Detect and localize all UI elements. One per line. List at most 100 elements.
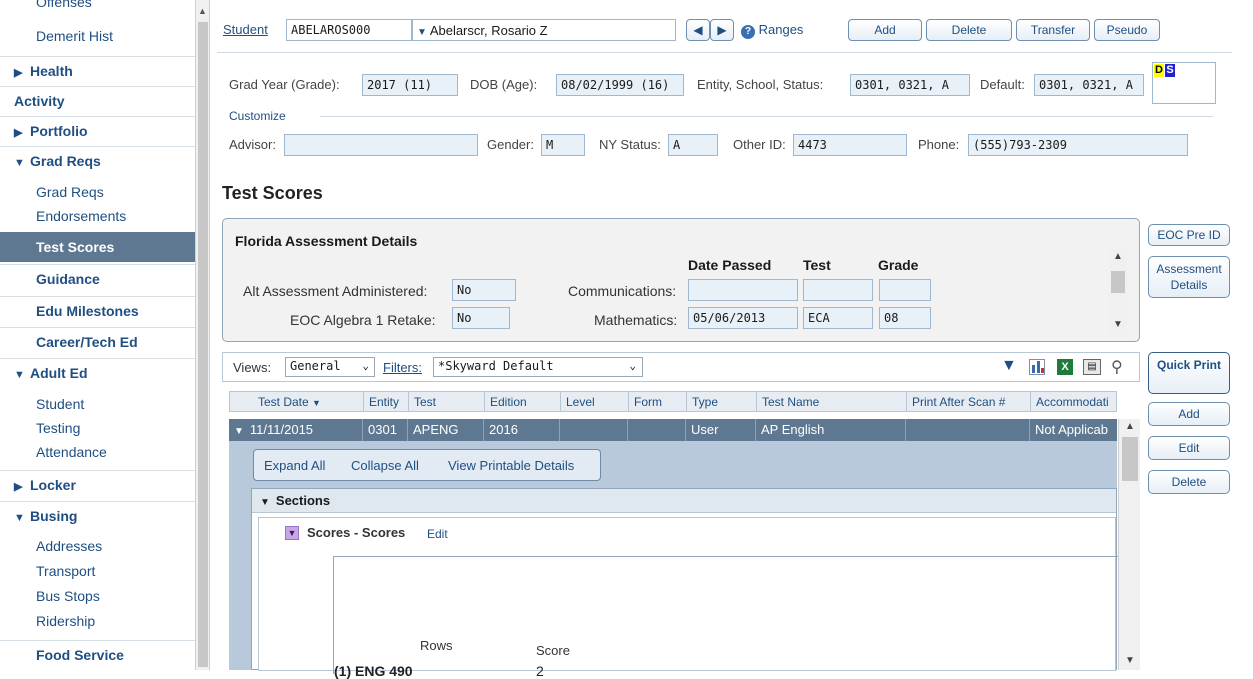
sidebar-item-edu-milestones[interactable]: Edu Milestones xyxy=(0,296,195,326)
communications-date xyxy=(688,279,798,301)
col-test-name[interactable]: Test Name xyxy=(757,392,907,412)
next-student-button[interactable]: ▶ xyxy=(710,19,734,41)
chevron-down-icon: ⌄ xyxy=(629,359,636,372)
sidebar-item-label: Busing xyxy=(30,508,78,524)
chevron-down-icon[interactable]: ▼ xyxy=(234,426,244,437)
grid-scrollbar[interactable]: ▲ ▼ xyxy=(1118,419,1140,670)
sidebar-item-label: Guidance xyxy=(36,271,100,287)
grid-scroll-thumb[interactable] xyxy=(1122,437,1138,481)
delete-student-button[interactable]: Delete xyxy=(926,19,1012,41)
col-entity[interactable]: Entity xyxy=(364,392,409,412)
col-edition[interactable]: Edition xyxy=(485,392,561,412)
gender-value: M xyxy=(541,134,585,156)
col-form[interactable]: Form xyxy=(629,392,687,412)
sidebar-item-label: Health xyxy=(30,63,73,79)
sidebar-item-addresses[interactable]: Addresses xyxy=(0,536,195,556)
collapse-scores-icon[interactable]: ▼ xyxy=(285,526,299,540)
sidebar-item-demerit-hist[interactable]: Demerit Hist xyxy=(0,26,195,46)
sidebar-item-label: Edu Milestones xyxy=(36,303,139,319)
col-print-after-scan[interactable]: Print After Scan # xyxy=(907,392,1031,412)
sidebar-item-grad-reqs-sub[interactable]: Grad Reqs xyxy=(0,182,195,202)
sidebar-item-bus-stops[interactable]: Bus Stops xyxy=(0,586,195,606)
sidebar-item-label: Transport xyxy=(36,563,96,579)
filters-link[interactable]: Filters: xyxy=(383,360,422,375)
scores-edit-link[interactable]: Edit xyxy=(427,527,448,541)
cell-print-after-scan xyxy=(906,419,1030,441)
assessment-details-button[interactable]: Assessment Details xyxy=(1148,256,1230,298)
scores-section-title: Scores - Scores xyxy=(307,525,406,540)
sidebar-item-guidance[interactable]: Guidance xyxy=(0,264,195,294)
sidebar-item-health[interactable]: ▶ Health xyxy=(0,56,195,86)
transfer-button[interactable]: Transfer xyxy=(1016,19,1090,41)
sidebar-item-career-tech-ed[interactable]: Career/Tech Ed xyxy=(0,327,195,357)
expand-all-link[interactable]: Expand All xyxy=(264,458,325,473)
add-student-button[interactable]: Add xyxy=(848,19,922,41)
pseudo-button[interactable]: Pseudo xyxy=(1094,19,1160,41)
grad-year-value: 2017 (11) xyxy=(362,74,458,96)
filter-icon[interactable]: ▼ xyxy=(1001,357,1017,375)
add-button[interactable]: Add xyxy=(1148,402,1230,426)
triangle-right-icon: ▶ xyxy=(14,67,23,79)
sidebar-scrollbar[interactable]: ▲ xyxy=(196,0,210,670)
excel-icon[interactable]: X xyxy=(1057,359,1073,375)
sidebar-item-test-scores[interactable]: Test Scores xyxy=(0,232,195,262)
assessment-scroll-thumb[interactable] xyxy=(1111,271,1125,293)
scroll-down-icon[interactable]: ▼ xyxy=(1113,319,1123,330)
sidebar-item-endorsements[interactable]: Endorsements xyxy=(0,206,195,226)
student-link[interactable]: Student xyxy=(223,22,268,37)
col-test[interactable]: Test xyxy=(409,392,485,412)
sidebar-item-offenses[interactable]: Offenses xyxy=(0,0,195,10)
chart-icon[interactable] xyxy=(1029,359,1045,375)
scroll-up-icon[interactable]: ▲ xyxy=(198,6,207,16)
student-id-field[interactable]: ABELAROS000 xyxy=(286,19,412,41)
cell-value: 11/11/2015 xyxy=(249,422,314,437)
sidebar-item-portfolio[interactable]: ▶ Portfolio xyxy=(0,116,195,146)
table-row[interactable]: ▼ 11/11/2015 0301 APENG 2016 User AP Engl… xyxy=(229,419,1117,441)
sidebar-item-label: Test Scores xyxy=(36,239,115,255)
sidebar-item-busing[interactable]: ▼ Busing xyxy=(0,501,195,531)
prev-student-button[interactable]: ◀ xyxy=(686,19,710,41)
grid-header: Test Date ▼ Entity Test Edition Level Fo… xyxy=(229,391,1117,412)
eoc-pre-id-button[interactable]: EOC Pre ID xyxy=(1148,224,1230,246)
scores-table: Rows Score (1) ENG 490 2 xyxy=(333,556,1123,679)
sidebar-item-attendance[interactable]: Attendance xyxy=(0,442,195,462)
print-icon[interactable]: ▤ xyxy=(1083,359,1101,375)
sidebar-item-food-service[interactable]: Food Service xyxy=(0,640,195,670)
sidebar-scroll-thumb[interactable] xyxy=(198,22,208,667)
collapse-all-link[interactable]: Collapse All xyxy=(351,458,419,473)
cell-test: APENG xyxy=(408,419,484,441)
sidebar-item-label: Locker xyxy=(30,477,76,493)
dob-label: DOB (Age): xyxy=(470,77,538,92)
scroll-up-icon[interactable]: ▲ xyxy=(1125,421,1135,432)
view-printable-details-link[interactable]: View Printable Details xyxy=(448,458,574,473)
student-name-select[interactable]: ▼ Abelarscr, Rosario Z xyxy=(412,19,676,41)
triangle-down-icon: ▼ xyxy=(14,369,25,381)
sidebar-item-activity[interactable]: Activity xyxy=(0,86,195,116)
sidebar-item-adult-ed[interactable]: ▼ Adult Ed xyxy=(0,358,195,388)
sidebar-item-transport[interactable]: Transport xyxy=(0,561,195,581)
sidebar-item-label: Bus Stops xyxy=(36,588,100,604)
edit-button[interactable]: Edit xyxy=(1148,436,1230,460)
print-preview-icon[interactable]: ⚲ xyxy=(1111,357,1123,377)
quick-print-button[interactable]: Quick Print xyxy=(1148,352,1230,394)
filters-select[interactable]: *Skyward Default ⌄ xyxy=(433,357,643,377)
sections-header[interactable]: ▼ Sections xyxy=(252,489,1116,513)
assessment-scrollbar[interactable]: ▲ ▼ xyxy=(1109,249,1127,335)
delete-button[interactable]: Delete xyxy=(1148,470,1230,494)
triangle-down-icon: ▼ xyxy=(14,512,25,524)
sidebar-item-student[interactable]: Student xyxy=(0,394,195,414)
views-select[interactable]: General ⌄ xyxy=(285,357,375,377)
col-type[interactable]: Type xyxy=(687,392,757,412)
col-accommodation[interactable]: Accommodati xyxy=(1031,392,1118,412)
ranges-button[interactable]: ? Ranges xyxy=(741,22,803,40)
scroll-up-icon[interactable]: ▲ xyxy=(1113,251,1123,262)
customize-link[interactable]: Customize xyxy=(229,109,286,123)
col-test-date[interactable]: Test Date ▼ xyxy=(230,392,364,412)
flag-s-badge: S xyxy=(1165,64,1175,77)
scroll-down-icon[interactable]: ▼ xyxy=(1125,655,1135,666)
sidebar-item-testing[interactable]: Testing xyxy=(0,418,195,438)
sidebar-item-grad-reqs[interactable]: ▼ Grad Reqs xyxy=(0,146,195,176)
col-level[interactable]: Level xyxy=(561,392,629,412)
sidebar-item-ridership[interactable]: Ridership xyxy=(0,611,195,631)
sidebar-item-locker[interactable]: ▶ Locker xyxy=(0,470,195,500)
